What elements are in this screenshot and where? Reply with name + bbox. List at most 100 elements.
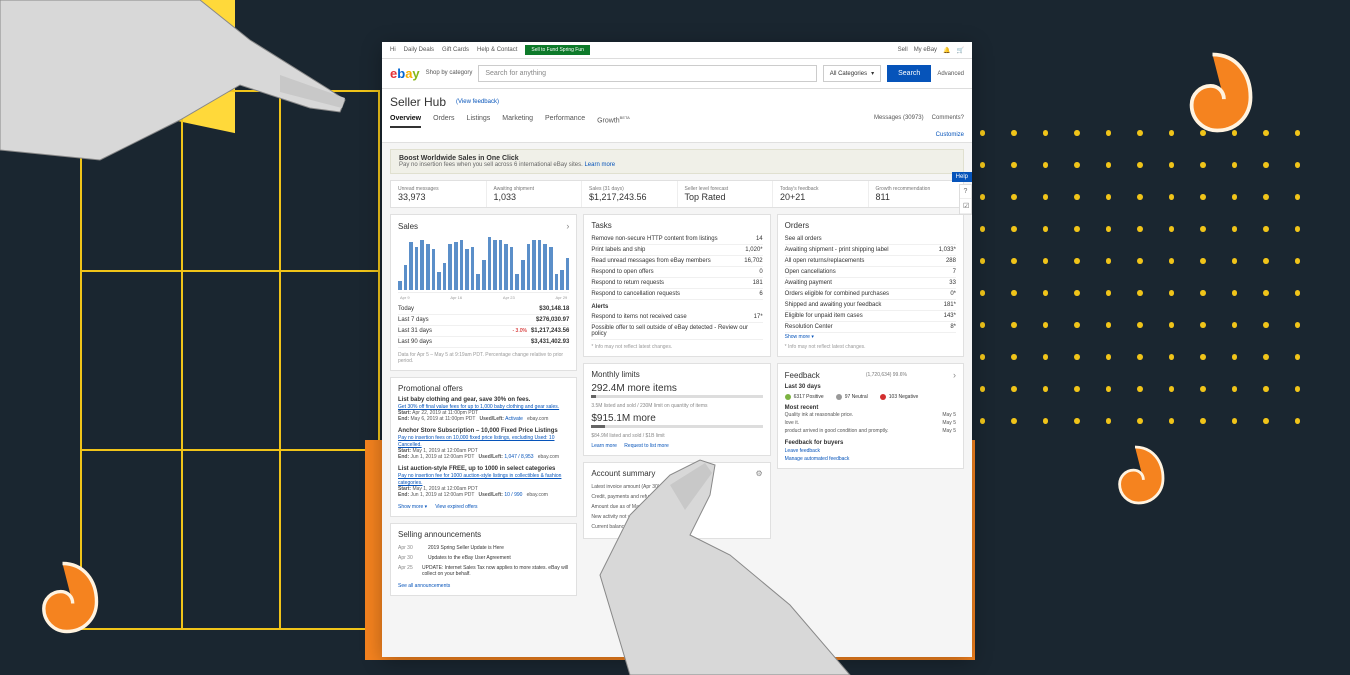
task-row[interactable]: Print labels and ship1,020* — [591, 245, 762, 256]
request-list-more-link[interactable]: Request to list more — [624, 443, 668, 449]
chart-bar — [471, 247, 475, 291]
category-select[interactable]: All Categories▾ — [823, 65, 881, 82]
stat-item[interactable]: Unread messages33,973 — [391, 181, 487, 207]
chart-bar — [482, 260, 486, 290]
alert-row[interactable]: Respond to items not received case17* — [591, 312, 762, 323]
search-input[interactable]: Search for anything — [478, 65, 816, 82]
order-row[interactable]: Open cancellations7 — [785, 267, 956, 278]
view-expired-link[interactable]: View expired offers — [435, 504, 477, 510]
chevron-right-icon[interactable]: › — [953, 370, 956, 380]
sell-link[interactable]: Sell — [898, 47, 908, 53]
show-more-link[interactable]: Show more ▾ — [398, 504, 427, 510]
shell-icon — [20, 555, 105, 640]
show-more-link[interactable]: Show more ▾ — [785, 334, 814, 340]
feedback-row: love it.May 5 — [785, 419, 956, 427]
search-button[interactable]: Search — [887, 65, 931, 82]
stat-item[interactable]: Seller level forecastTop Rated — [678, 181, 774, 207]
chart-bar — [555, 274, 559, 290]
comments-link[interactable]: Comments? — [932, 115, 964, 128]
chart-bar — [409, 242, 413, 290]
ebay-logo[interactable]: ebay — [390, 66, 420, 81]
order-row[interactable]: All open returns/replacements288 — [785, 256, 956, 267]
sales-card: Sales› Apr 9Apr 16Apr 23Apr 29 Today$30,… — [390, 214, 577, 371]
sales-row[interactable]: Today$30,148.18 — [398, 304, 569, 315]
neutral-count: 97 Neutral — [836, 394, 868, 400]
sales-row[interactable]: Last 90 days$3,431,402.93 — [398, 337, 569, 348]
feedback-row: product arrived in good condition and pr… — [785, 427, 956, 435]
sales-row[interactable]: Last 7 days$276,030.97 — [398, 315, 569, 326]
tab-marketing[interactable]: Marketing — [502, 115, 533, 128]
tab-listings[interactable]: Listings — [467, 115, 491, 128]
task-row[interactable]: Remove non-secure HTTP content from list… — [591, 234, 762, 245]
chart-bar — [499, 240, 503, 291]
task-row[interactable]: Respond to open offers0 — [591, 267, 762, 278]
checklist-icon[interactable]: ☑ — [960, 199, 971, 214]
help-tab[interactable]: Help — [952, 172, 972, 182]
learn-more-link[interactable]: Learn more — [584, 162, 615, 168]
tab-orders[interactable]: Orders — [433, 115, 454, 128]
task-row[interactable]: Respond to cancellation requests6 — [591, 289, 762, 300]
learn-more-link[interactable]: Learn more — [591, 443, 617, 449]
messages-link[interactable]: Messages (30973) — [874, 115, 924, 128]
customize-link[interactable]: Customize — [382, 128, 972, 143]
chart-bar — [532, 240, 536, 291]
limits-progress-bar — [591, 425, 762, 428]
stat-item[interactable]: Awaiting shipment1,033 — [487, 181, 583, 207]
bell-icon[interactable]: 🔔 — [943, 47, 950, 54]
chart-bar — [549, 247, 553, 291]
tab-performance[interactable]: Performance — [545, 115, 585, 128]
see-all-announcements-link[interactable]: See all announcements — [398, 583, 569, 589]
promo-item: List auction-style FREE, up to 1000 in s… — [398, 466, 569, 498]
chart-bar — [437, 272, 441, 290]
stat-item[interactable]: Sales (31 days)$1,217,243.56 — [582, 181, 678, 207]
order-row[interactable]: Awaiting shipment - print shipping label… — [785, 245, 956, 256]
task-row[interactable]: Respond to return requests181 — [591, 278, 762, 289]
stat-item[interactable]: Today's feedback20+21 — [773, 181, 869, 207]
alert-row[interactable]: Possible offer to sell outside of eBay d… — [591, 323, 762, 340]
chart-bar — [493, 240, 497, 291]
promo-tag[interactable]: Sell to Fund Spring Fun — [525, 45, 590, 55]
promo-item: List baby clothing and gear, save 30% on… — [398, 397, 569, 422]
daily-deals-link[interactable]: Daily Deals — [404, 47, 434, 53]
chart-bar — [426, 244, 430, 290]
stat-item[interactable]: Growth recommendation811 — [869, 181, 964, 207]
order-row[interactable]: Shipped and awaiting your feedback181* — [785, 300, 956, 311]
chart-bar — [404, 265, 408, 290]
hi-link[interactable]: Hi — [390, 47, 396, 53]
limits-card: Monthly limits 292.4M more items 3.5M li… — [583, 363, 770, 456]
tab-growth[interactable]: GrowthBETA — [597, 115, 630, 128]
pointing-hand-icon — [570, 455, 870, 675]
chart-bar — [432, 249, 436, 290]
tasks-card: Tasks Remove non-secure HTTP content fro… — [583, 214, 770, 357]
chart-bar — [527, 244, 531, 290]
tab-overview[interactable]: Overview — [390, 115, 421, 128]
chevron-down-icon: ▾ — [871, 70, 874, 77]
chart-bar — [515, 274, 519, 290]
order-row[interactable]: Resolution Center8* — [785, 322, 956, 333]
announcement-row[interactable]: Apr 302019 Spring Seller Update is Here — [398, 543, 569, 553]
advanced-link[interactable]: Advanced — [937, 71, 964, 77]
limits-progress-bar — [591, 395, 762, 398]
chart-bar — [465, 249, 469, 290]
order-row[interactable]: Eligible for unpaid item cases143* — [785, 311, 956, 322]
chevron-right-icon[interactable]: › — [566, 221, 569, 231]
leave-feedback-link[interactable]: Leave feedback — [785, 448, 956, 454]
announcement-row[interactable]: Apr 30Updates to the eBay User Agreement — [398, 553, 569, 563]
chart-bar — [488, 237, 492, 290]
hub-header: Seller Hub (View feedback) Overview Orde… — [382, 89, 972, 128]
myebay-link[interactable]: My eBay — [914, 47, 937, 53]
shop-by-category-link[interactable]: Shop by category — [426, 70, 473, 77]
gift-cards-link[interactable]: Gift Cards — [442, 47, 469, 53]
cart-icon[interactable]: 🛒 — [957, 47, 964, 54]
order-row[interactable]: Orders eligible for combined purchases0* — [785, 289, 956, 300]
sales-row[interactable]: Last 31 days- 3.0%$1,217,243.56 — [398, 326, 569, 337]
view-feedback-link[interactable]: (View feedback) — [456, 99, 499, 105]
help-question-icon[interactable]: ? — [960, 185, 971, 199]
task-row[interactable]: Read unread messages from eBay members16… — [591, 256, 762, 267]
chart-bar — [504, 244, 508, 290]
chart-bar — [448, 244, 452, 290]
help-link[interactable]: Help & Contact — [477, 47, 517, 53]
see-all-orders-link[interactable]: See all orders — [785, 236, 822, 242]
order-row[interactable]: Awaiting payment33 — [785, 278, 956, 289]
announcement-row[interactable]: Apr 25UPDATE: Internet Sales Tax now app… — [398, 563, 569, 579]
